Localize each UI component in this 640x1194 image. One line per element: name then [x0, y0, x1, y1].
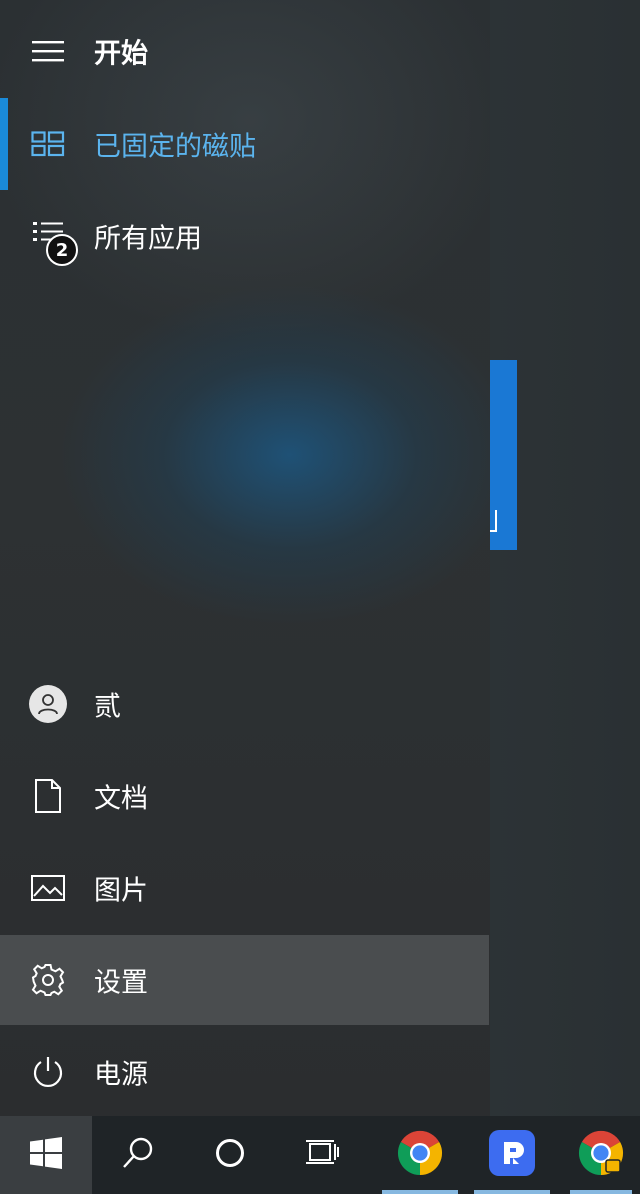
start-menu: 开始 已固定的磁贴 所有应用 2 贰 文档 图片 设置 电源	[0, 0, 490, 1116]
power-item[interactable]: 电源	[0, 1027, 490, 1117]
cortana-button[interactable]	[184, 1116, 276, 1194]
search-button[interactable]	[92, 1116, 184, 1194]
chrome-profile-taskbar-button[interactable]	[562, 1116, 640, 1194]
chrome-taskbar-button[interactable]	[374, 1116, 466, 1194]
user-name-label: 贰	[94, 691, 121, 723]
pictures-label: 图片	[94, 875, 148, 907]
windows-icon	[30, 1137, 62, 1173]
running-indicator	[570, 1190, 632, 1194]
start-button[interactable]	[0, 1116, 92, 1194]
avatar	[28, 684, 68, 724]
settings-label: 设置	[94, 967, 148, 999]
hamburger-menu-icon[interactable]	[28, 31, 68, 71]
start-header: 开始	[0, 6, 490, 96]
user-avatar-icon	[29, 685, 67, 723]
user-account-item[interactable]: 贰	[0, 659, 490, 749]
app-taskbar-button[interactable]	[466, 1116, 558, 1194]
taskbar	[0, 1116, 640, 1194]
task-view-button[interactable]	[276, 1116, 368, 1194]
app-icon	[489, 1130, 535, 1180]
power-label: 电源	[94, 1059, 148, 1091]
document-icon	[28, 776, 68, 816]
task-view-icon	[305, 1138, 339, 1172]
nav-pinned-label: 已固定的磁贴	[94, 131, 256, 163]
nav-all-apps-label: 所有应用	[94, 223, 202, 255]
start-title: 开始	[94, 38, 148, 70]
gear-icon	[28, 960, 68, 1000]
running-indicator	[382, 1190, 458, 1194]
tiles-icon	[28, 124, 68, 164]
power-icon	[28, 1052, 68, 1092]
all-apps-badge: 2	[46, 234, 78, 266]
chrome-icon	[578, 1130, 624, 1180]
documents-item[interactable]: 文档	[0, 751, 490, 841]
nav-all-apps[interactable]: 所有应用	[0, 191, 490, 281]
documents-label: 文档	[94, 783, 148, 815]
pictures-item[interactable]: 图片	[0, 843, 490, 933]
running-indicator	[474, 1190, 550, 1194]
search-icon	[121, 1136, 155, 1174]
picture-icon	[28, 868, 68, 908]
settings-item[interactable]: 设置	[0, 935, 489, 1025]
cortana-icon	[215, 1138, 245, 1172]
chrome-icon	[397, 1130, 443, 1180]
nav-pinned-tiles[interactable]: 已固定的磁贴	[0, 99, 490, 189]
